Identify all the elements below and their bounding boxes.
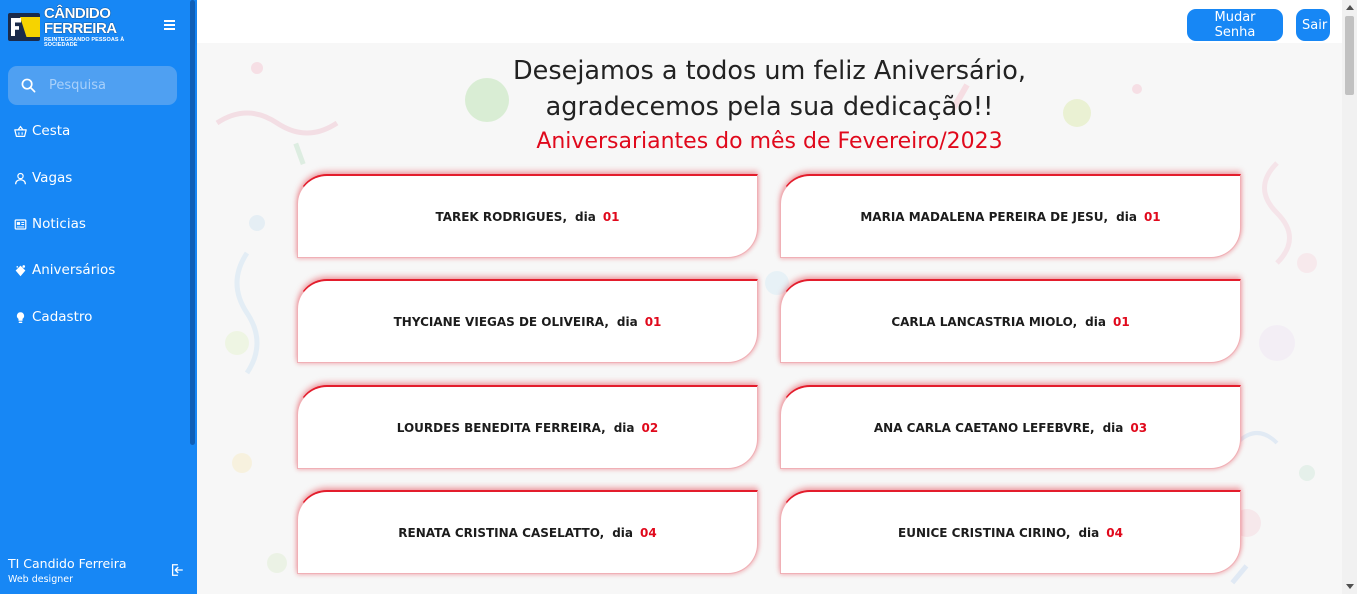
page-subtitle: Aniversariantes do mês de Fevereiro/2023: [536, 129, 1003, 154]
sidebar-item-label: Vagas: [32, 170, 73, 186]
birthday-day: 01: [1143, 209, 1161, 224]
birthday-name: CARLA LANCASTRIA MIOLO,: [891, 314, 1078, 329]
birthday-name: THYCIANE VIEGAS DE OLIVEIRA,: [393, 314, 609, 329]
menu-toggle-icon[interactable]: [164, 20, 175, 30]
page-scrollbar[interactable]: [1342, 0, 1357, 594]
birthday-day: 04: [640, 525, 657, 540]
birthday-name: EUNICE CRISTINA CIRINO,: [898, 525, 1071, 540]
logo-mark-icon: [8, 13, 40, 41]
birthday-day: 01: [602, 209, 620, 224]
brand-title: CÂNDIDO FERREIRA: [43, 4, 117, 37]
scroll-up-icon[interactable]: [1346, 5, 1354, 10]
cake-icon: [14, 264, 27, 277]
birthday-card: EUNICE CRISTINA CIRINO, dia 04: [780, 490, 1241, 574]
sidebar-item-noticias[interactable]: Noticias: [14, 214, 86, 234]
birthday-card: THYCIANE VIEGAS DE OLIVEIRA, dia 01: [297, 279, 758, 363]
dia-label: dia: [613, 420, 635, 435]
sidebar-item-cesta[interactable]: Cesta: [14, 121, 70, 141]
birthday-day: 01: [1112, 314, 1130, 329]
page-title-line1: Desejamos a todos um feliz Aniversário,: [513, 56, 1026, 86]
newspaper-icon: [14, 218, 27, 231]
dia-label: dia: [1078, 525, 1100, 540]
user-role: Web designer: [8, 574, 73, 585]
sidebar-item-vagas[interactable]: Vagas: [14, 168, 72, 188]
dia-label: dia: [612, 525, 634, 540]
birthday-name: ANA CARLA CAETANO LEFEBVRE,: [873, 420, 1095, 435]
birthday-card: MARIA MADALENA PEREIRA DE JESU, dia 01: [780, 174, 1241, 258]
birthday-card: RENATA CRISTINA CASELATTO, dia 04: [297, 490, 758, 574]
birthday-day: 04: [1106, 525, 1123, 540]
scrollbar-thumb[interactable]: [1345, 16, 1354, 95]
search-icon: [21, 78, 36, 93]
top-bar: Mudar Senha Sair: [197, 0, 1342, 43]
birthday-card: LOURDES BENEDITA FERREIRA, dia 02: [297, 385, 758, 469]
birthday-name: MARIA MADALENA PEREIRA DE JESU,: [860, 209, 1109, 224]
birthday-day: 02: [641, 420, 659, 435]
birthday-card: ANA CARLA CAETANO LEFEBVRE, dia 03: [780, 385, 1241, 469]
birthday-name: RENATA CRISTINA CASELATTO,: [398, 525, 605, 540]
dia-label: dia: [1102, 420, 1124, 435]
dia-label: dia: [616, 314, 638, 329]
birthday-day: 01: [644, 314, 662, 329]
brand-logo[interactable]: CÂNDIDO FERREIRA REINTEGRANDO PESSOAS À …: [8, 6, 158, 48]
dia-label: dia: [1085, 314, 1106, 329]
brand-subtitle: REINTEGRANDO PESSOAS À SOCIEDADE: [43, 36, 125, 48]
user-icon: [14, 172, 27, 185]
birthday-name: LOURDES BENEDITA FERREIRA,: [396, 420, 606, 435]
sidebar: CÂNDIDO FERREIRA REINTEGRANDO PESSOAS À …: [0, 0, 197, 594]
search-input[interactable]: [49, 78, 159, 93]
search-box[interactable]: [8, 66, 177, 105]
dia-label: dia: [575, 209, 596, 224]
main-content: Desejamos a todos um feliz Aniversário, …: [197, 43, 1342, 594]
user-name: TI Candido Ferreira: [8, 556, 127, 571]
change-password-button[interactable]: Mudar Senha: [1187, 9, 1283, 41]
sidebar-scroll-indicator[interactable]: [190, 0, 195, 445]
basket-icon: [14, 125, 27, 138]
lightbulb-icon: [14, 311, 27, 324]
sidebar-item-aniversarios[interactable]: Aniversários: [14, 260, 115, 280]
birthday-card: TAREK RODRIGUES, dia 01: [297, 174, 758, 258]
page-title-line2: agradecemos pela sua dedicação!!: [545, 92, 994, 122]
logout-icon[interactable]: [170, 563, 184, 577]
sidebar-item-label: Noticias: [32, 216, 86, 232]
sidebar-item-label: Cesta: [32, 123, 71, 139]
scroll-down-icon[interactable]: [1346, 584, 1354, 589]
sidebar-item-cadastro[interactable]: Cadastro: [14, 307, 92, 327]
sidebar-item-label: Aniversários: [32, 262, 116, 278]
dia-label: dia: [1116, 209, 1137, 224]
birthday-card: CARLA LANCASTRIA MIOLO, dia 01: [780, 279, 1241, 363]
logout-button[interactable]: Sair: [1296, 9, 1330, 41]
sidebar-item-label: Cadastro: [32, 309, 93, 325]
birthday-name: TAREK RODRIGUES,: [435, 209, 568, 224]
birthday-day: 03: [1130, 420, 1148, 435]
